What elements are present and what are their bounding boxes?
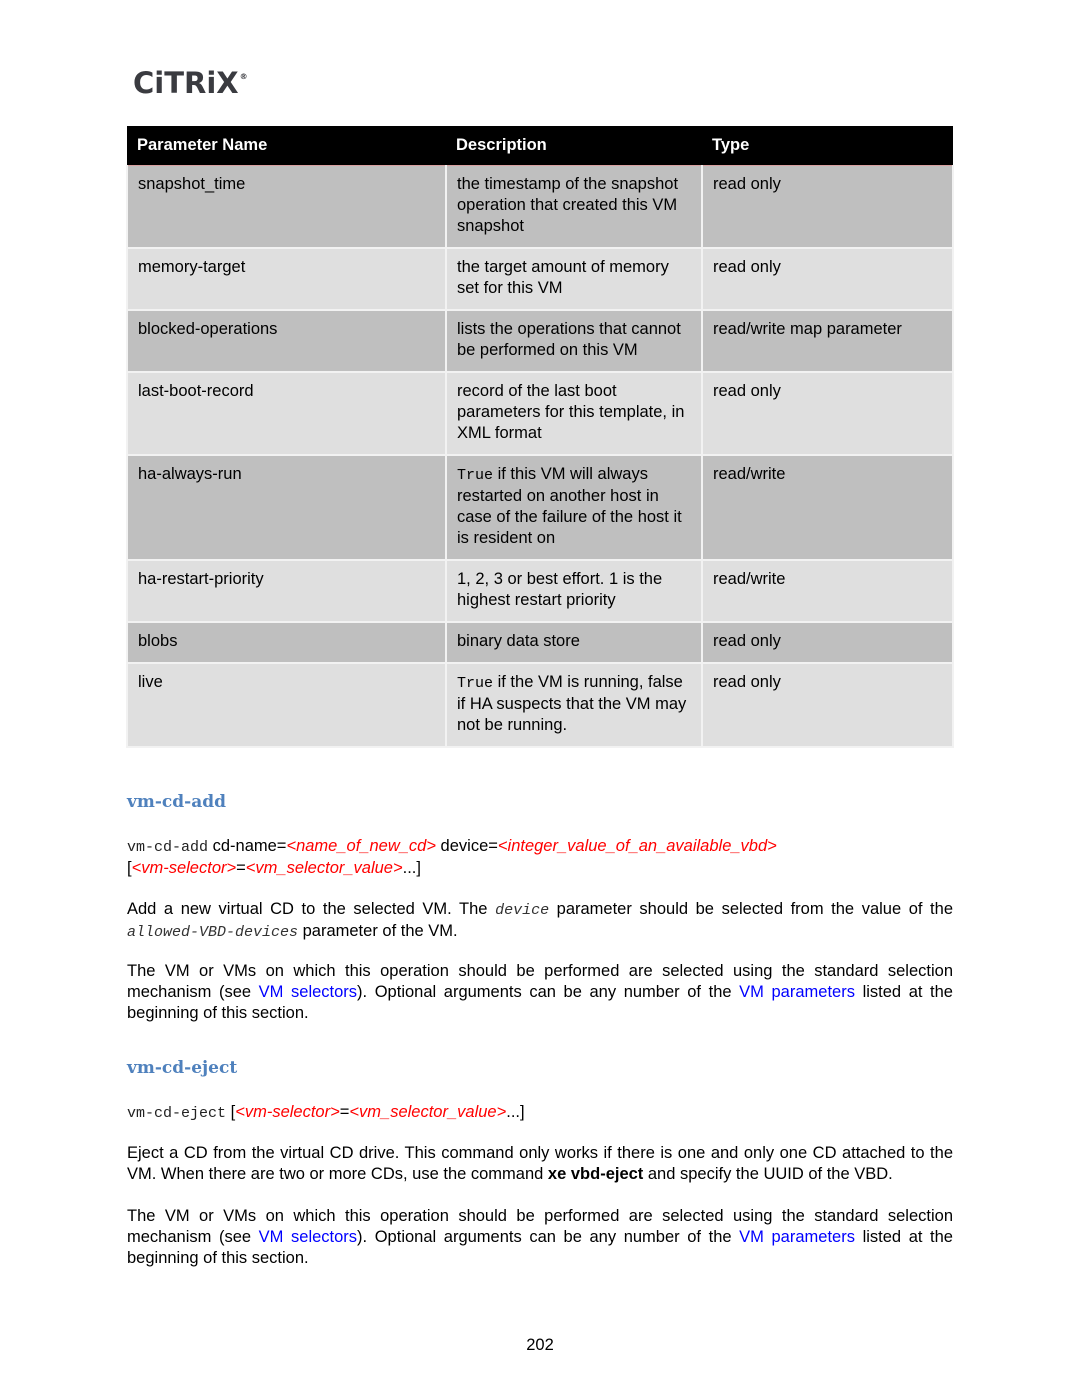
text: parameter of the VM. xyxy=(298,922,458,940)
cell-description: True if this VM will always restarted on… xyxy=(445,455,703,561)
code-device: device xyxy=(495,902,550,919)
equals-sign: = xyxy=(236,859,246,877)
cell-description: True if the VM is running, false if HA s… xyxy=(445,663,703,748)
cell-parameter-name: blobs xyxy=(126,622,447,664)
cell-type: read only xyxy=(701,622,954,664)
cell-description: the timestamp of the snapshot operation … xyxy=(445,165,703,249)
text: ). Optional arguments can be any number … xyxy=(357,1228,740,1246)
command-name: vm-cd-eject xyxy=(127,1105,227,1122)
cell-parameter-name: ha-always-run xyxy=(126,455,447,561)
page-number: 202 xyxy=(526,1336,554,1354)
command-name: vm-cd-add xyxy=(127,839,209,856)
text: and specify the UUID of the VBD. xyxy=(643,1165,893,1183)
description-text: record of the last boot parameters for t… xyxy=(457,382,685,442)
code-true: True xyxy=(457,467,494,484)
placeholder-name-of-new-cd: <name_of_new_cd> xyxy=(286,837,436,855)
vm-cd-eject-description: Eject a CD from the virtual CD drive. Th… xyxy=(127,1143,953,1185)
param-device: device= xyxy=(435,837,498,855)
link-vm-selectors[interactable]: VM selectors xyxy=(259,1228,357,1246)
table-row: ha-restart-priority 1, 2, 3 or best effor… xyxy=(126,560,954,623)
cell-type: read only xyxy=(701,248,954,311)
equals-sign: = xyxy=(339,1103,350,1121)
table-header-row: Parameter Name Description Type xyxy=(127,126,953,166)
link-vm-parameters[interactable]: VM parameters xyxy=(739,983,855,1001)
section-title-vm-cd-add: vm-cd-add xyxy=(127,792,227,812)
bracket-close: ...] xyxy=(506,1103,525,1121)
cell-description: record of the last boot parameters for t… xyxy=(445,372,703,456)
column-header-type: Type xyxy=(702,126,953,166)
table-row: last-boot-record record of the last boot … xyxy=(126,372,954,456)
placeholder-vm-selector: <vm-selector> xyxy=(235,1103,340,1121)
param-cd-name: cd-name= xyxy=(208,837,287,855)
table-row: blobs binary data store read only xyxy=(126,622,954,664)
registered-mark: ® xyxy=(239,72,248,81)
logo-text: CiTRiX xyxy=(133,66,239,100)
table-row: blocked-operations lists the operations t… xyxy=(126,310,954,373)
link-vm-parameters[interactable]: VM parameters xyxy=(739,1228,855,1246)
code-allowed-vbd-devices: allowed-VBD-devices xyxy=(127,924,299,941)
cell-parameter-name: snapshot_time xyxy=(126,165,447,249)
bracket-close: ...] xyxy=(402,859,421,877)
cell-description: lists the operations that cannot be perf… xyxy=(445,310,703,373)
vm-cd-eject-selection-note: The VM or VMs on which this operation sh… xyxy=(127,1206,953,1269)
placeholder-integer-value: <integer_value_of_an_available_vbd> xyxy=(497,837,777,855)
code-true: True xyxy=(457,675,494,692)
placeholder-vm-selector: <vm-selector> xyxy=(131,859,237,877)
text: ). Optional arguments can be any number … xyxy=(357,983,740,1001)
cell-parameter-name: last-boot-record xyxy=(126,372,447,456)
vm-cd-eject-syntax: vm-cd-eject [<vm-selector>=<vm_selector_… xyxy=(127,1102,953,1124)
cell-description: 1, 2, 3 or best effort. 1 is the highest… xyxy=(445,560,703,623)
bracket-open: [ xyxy=(226,1103,236,1121)
description-text: 1, 2, 3 or best effort. 1 is the highest… xyxy=(457,570,663,609)
description-text: binary data store xyxy=(457,632,580,650)
citrix-logo: CiTRiX® xyxy=(133,66,248,100)
cell-type: read only xyxy=(701,663,954,748)
cell-type: read/write xyxy=(701,455,954,561)
cell-type: read only xyxy=(701,372,954,456)
cell-type: read/write map parameter xyxy=(701,310,954,373)
cell-parameter-name: live xyxy=(126,663,447,748)
table-row: snapshot_time the timestamp of the snapsh… xyxy=(126,165,954,249)
column-header-parameter-name: Parameter Name xyxy=(127,126,446,166)
cell-description: the target amount of memory set for this… xyxy=(445,248,703,311)
description-text: the timestamp of the snapshot operation … xyxy=(457,175,679,235)
command-xe-vbd-eject: xe vbd-eject xyxy=(547,1165,644,1183)
column-header-description: Description xyxy=(446,126,702,166)
vm-cd-add-syntax: vm-cd-add cd-name=<name_of_new_cd> devic… xyxy=(127,836,953,879)
table-row: live True if the VM is running, false if … xyxy=(126,663,954,748)
description-text: lists the operations that cannot be perf… xyxy=(457,320,681,359)
vm-cd-add-selection-note: The VM or VMs on which this operation sh… xyxy=(127,961,953,1024)
cell-type: read/write xyxy=(701,560,954,623)
cell-description: binary data store xyxy=(445,622,703,664)
placeholder-vm-selector-value: <vm_selector_value> xyxy=(349,1103,507,1121)
parameter-table: Parameter Name Description Type snapshot… xyxy=(126,126,954,748)
vm-cd-add-description: Add a new virtual CD to the selected VM.… xyxy=(127,899,953,943)
text: parameter should be selected from the va… xyxy=(549,900,953,918)
link-vm-selectors[interactable]: VM selectors xyxy=(259,983,357,1001)
placeholder-vm-selector-value: <vm_selector_value> xyxy=(245,859,403,877)
cell-type: read only xyxy=(701,165,954,249)
text: Add a new virtual CD to the selected VM.… xyxy=(127,900,496,918)
section-title-vm-cd-eject: vm-cd-eject xyxy=(127,1058,238,1078)
description-text: the target amount of memory set for this… xyxy=(457,258,669,297)
cell-parameter-name: memory-target xyxy=(126,248,447,311)
cell-parameter-name: ha-restart-priority xyxy=(126,560,447,623)
table-row: memory-target the target amount of memory… xyxy=(126,248,954,311)
table-row: ha-always-run True if this VM will always… xyxy=(126,455,954,561)
cell-parameter-name: blocked-operations xyxy=(126,310,447,373)
